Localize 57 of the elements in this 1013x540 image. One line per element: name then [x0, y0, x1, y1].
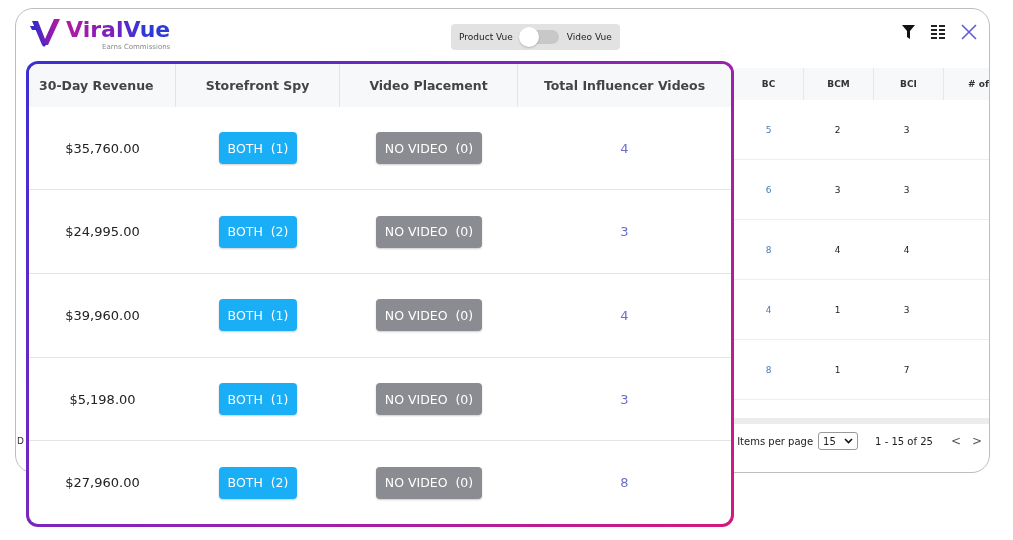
- table-cell-text: 7: [902, 364, 911, 377]
- revenue-cell: $27,960.00: [65, 475, 140, 491]
- table-cell-text: 8: [764, 364, 773, 377]
- previous-page-button[interactable]: <: [947, 434, 964, 449]
- revenue-cell: $39,960.00: [65, 307, 140, 323]
- table-cell-text: 4: [902, 244, 911, 257]
- column-header: 30-Day Revenue: [29, 64, 176, 107]
- column-header: # of: [944, 68, 989, 101]
- table-cell-text: 3: [833, 184, 842, 197]
- placement-tag[interactable]: NO VIDEO (0): [375, 299, 483, 332]
- video-count[interactable]: 3: [620, 224, 629, 240]
- column-header: Video Placement: [340, 64, 518, 107]
- footer-text: D: [17, 436, 24, 447]
- table-cell-text: 4: [833, 244, 842, 257]
- placement-tag[interactable]: NO VIDEO (0): [375, 466, 483, 499]
- column-header: Total Influencer Videos: [542, 76, 707, 95]
- page-range: 1 - 15 of 25: [875, 435, 933, 447]
- close-icon[interactable]: [961, 23, 977, 40]
- table-cell-text: 3: [902, 124, 911, 137]
- toggle-label: Product Vue: [459, 32, 513, 42]
- storefront-tag[interactable]: BOTH (1): [218, 299, 298, 332]
- storefront-tag[interactable]: BOTH (2): [218, 466, 298, 499]
- columns-icon[interactable]: [931, 24, 945, 39]
- video-count[interactable]: 4: [620, 307, 629, 323]
- table-cell-text: 1: [833, 364, 842, 377]
- placement-tag[interactable]: NO VIDEO (0): [375, 383, 483, 415]
- scrollbar[interactable]: [734, 418, 989, 425]
- table-cell-text: 1: [833, 304, 842, 317]
- placement-tag[interactable]: NO VIDEO (0): [375, 215, 483, 248]
- table-cell-text: 3: [902, 184, 911, 197]
- video-count[interactable]: 3: [620, 391, 629, 407]
- table-cell-text: 6: [764, 184, 773, 197]
- table-cell-text: 2: [833, 124, 842, 137]
- items-per-page-label: Items per page: [737, 435, 814, 447]
- column-header: BCM: [804, 68, 874, 101]
- table-cell-text: 5: [764, 124, 773, 137]
- placement-tag[interactable]: NO VIDEO (0): [375, 132, 483, 165]
- view-toggle[interactable]: Product Vue Video Vue: [451, 24, 620, 50]
- caret-icon: [844, 438, 854, 445]
- filter-icon[interactable]: [902, 24, 915, 39]
- revenue-cell: $24,995.00: [65, 224, 140, 240]
- storefront-tag[interactable]: BOTH (1): [218, 132, 298, 165]
- video-count[interactable]: 8: [620, 475, 629, 491]
- video-count[interactable]: 4: [620, 140, 629, 156]
- storefront-tag[interactable]: BOTH (2): [218, 215, 298, 248]
- table-cell-text: 8: [764, 244, 773, 257]
- revenue-cell: $35,760.00: [65, 140, 140, 156]
- toggle-switch[interactable]: [520, 30, 559, 44]
- table-cell-text: 3: [902, 304, 911, 317]
- storefront-tag[interactable]: BOTH (1): [218, 383, 298, 415]
- toggle-label: Video Vue: [566, 32, 612, 42]
- column-header: Storefront Spy: [176, 64, 340, 107]
- revenue-cell: $5,198.00: [69, 391, 136, 407]
- items-per-page-select[interactable]: 15: [818, 432, 859, 451]
- next-page-button[interactable]: >: [968, 434, 985, 449]
- column-header: BCI: [874, 68, 944, 101]
- table-cell-text: 4: [764, 304, 773, 317]
